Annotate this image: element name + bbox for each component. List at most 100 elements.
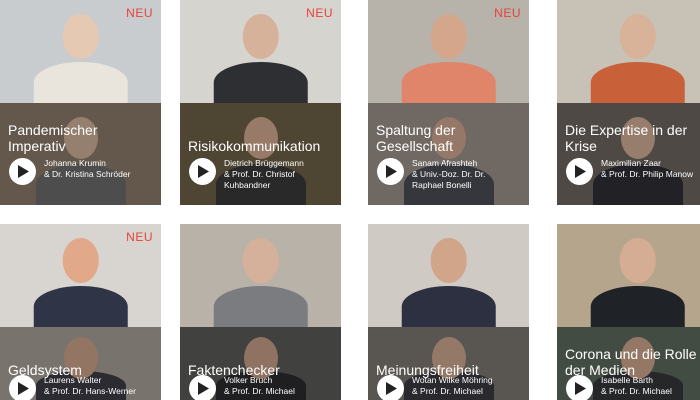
top-video-frame — [180, 224, 341, 327]
participant-head — [242, 238, 279, 283]
video-card[interactable]: Die Expertise in der Krise Maximilian Zaar… — [557, 0, 700, 205]
participant-head — [430, 238, 467, 283]
participant-name: Isabelle Barth — [601, 375, 653, 385]
video-grid: NEU Pandemischer Imperativ Johanna Krumin & … — [0, 0, 700, 400]
participant-name: & Prof. Dr. Michael — [412, 386, 483, 396]
participant-names: Wotan Wilke Möhring & Prof. Dr. Michael — [412, 375, 525, 397]
participant-body — [401, 61, 496, 103]
bottom-video-frame: Meinungsfreiheit Wotan Wilke Möhring & Pro… — [368, 327, 529, 400]
participant-body — [213, 285, 308, 327]
participant-video — [33, 0, 128, 103]
bottom-video-frame: Corona und die Rolle der Medien Isabelle B… — [557, 327, 700, 400]
participant-names: Isabelle Barth & Prof. Dr. Michael — [601, 375, 700, 397]
participant-name: & Dr. Kristina Schröder — [44, 169, 131, 179]
play-button[interactable] — [377, 375, 404, 400]
participant-name: & Univ.-Doz. Dr. Dr. — [412, 169, 486, 179]
participant-names: Johanna Krumin & Dr. Kristina Schröder — [44, 158, 157, 180]
play-button[interactable] — [189, 158, 216, 185]
play-button[interactable] — [377, 158, 404, 185]
participant-name: Volker Bruch — [224, 375, 273, 385]
dark-overlay — [557, 103, 700, 205]
participant-body — [590, 61, 685, 103]
participant-head — [62, 238, 99, 283]
video-title-line: Pandemischer — [8, 122, 98, 138]
participant-names: Maximilian Zaar & Prof. Dr. Philip Manow — [601, 158, 700, 180]
bottom-video-frame: Risikokommunikation Dietrich Brüggemann & … — [180, 103, 341, 205]
top-video-frame — [557, 0, 700, 103]
video-title-line: Imperativ — [8, 138, 66, 154]
participant-name: Raphael Bonelli — [412, 180, 472, 190]
participant-body — [33, 61, 128, 103]
participant-body — [213, 61, 308, 103]
video-card[interactable]: Faktenchecker Volker Bruch & Prof. Dr. Mic… — [180, 224, 341, 400]
participant-name: Sanam Afrashteh — [412, 158, 478, 168]
participant-video — [33, 224, 128, 327]
play-button[interactable] — [189, 375, 216, 400]
video-title: Die Expertise in der Krise — [565, 122, 700, 154]
bottom-video-frame: Pandemischer Imperativ Johanna Krumin & Dr.… — [0, 103, 161, 205]
participant-name: & Prof. Dr. Michael — [224, 386, 295, 396]
top-video-frame: NEU — [368, 0, 529, 103]
video-card[interactable]: Meinungsfreiheit Wotan Wilke Möhring & Pro… — [368, 224, 529, 400]
new-badge: NEU — [494, 6, 521, 20]
participant-name: Laurens Walter — [44, 375, 102, 385]
video-title-line: Krise — [565, 138, 597, 154]
participant-name: & Prof. Dr. Hans-Werner — [44, 386, 136, 396]
top-video-frame — [368, 224, 529, 327]
participant-name: Johanna Krumin — [44, 158, 106, 168]
video-card[interactable]: NEU Spaltung der Gesellschaft Sanam Afrasht… — [368, 0, 529, 205]
new-badge: NEU — [126, 6, 153, 20]
video-title: Pandemischer Imperativ — [8, 122, 155, 154]
bottom-video-frame: Spaltung der Gesellschaft Sanam Afrashteh &… — [368, 103, 529, 205]
play-button[interactable] — [566, 158, 593, 185]
video-card[interactable]: NEU Risikokommunikation Dietrich Brüggeman… — [180, 0, 341, 205]
bottom-video-frame: Geldsystem Laurens Walter & Prof. Dr. Hans… — [0, 327, 161, 400]
participant-head — [619, 14, 656, 59]
video-title-line: Gesellschaft — [376, 138, 454, 154]
play-icon — [575, 382, 586, 395]
participant-name: Wotan Wilke Möhring — [412, 375, 493, 385]
participant-body — [401, 285, 496, 327]
participant-video — [590, 224, 685, 327]
top-video-frame: NEU — [0, 0, 161, 103]
top-video-frame: NEU — [0, 224, 161, 327]
participant-name: Kuhbandner — [224, 180, 271, 190]
participant-body — [590, 285, 685, 327]
participant-name: Dietrich Brüggemann — [224, 158, 304, 168]
play-icon — [18, 382, 29, 395]
new-badge: NEU — [306, 6, 333, 20]
participant-name: & Prof. Dr. Michael — [601, 386, 672, 396]
play-icon — [18, 165, 29, 178]
video-card[interactable]: NEU Geldsystem Laurens Walter & Prof. Dr. H… — [0, 224, 161, 400]
top-video-frame: NEU — [180, 0, 341, 103]
participant-video — [590, 0, 685, 103]
video-title: Spaltung der Gesellschaft — [376, 122, 523, 154]
video-title-line: Corona und die Rolle — [565, 346, 697, 362]
bottom-video-frame: Faktenchecker Volker Bruch & Prof. Dr. Mic… — [180, 327, 341, 400]
play-button[interactable] — [9, 375, 36, 400]
video-title: Risikokommunikation — [188, 138, 335, 154]
participant-name: & Prof. Dr. Philip Manow — [601, 169, 694, 179]
participant-video — [401, 224, 496, 327]
video-title: Corona und die Rolle der Medien — [565, 346, 700, 378]
participant-names: Sanam Afrashteh & Univ.-Doz. Dr. Dr. Rapha… — [412, 158, 525, 191]
participant-body — [33, 285, 128, 327]
participant-head — [619, 238, 656, 283]
play-button[interactable] — [9, 158, 36, 185]
play-icon — [386, 165, 397, 178]
new-badge: NEU — [126, 230, 153, 244]
participant-video — [213, 0, 308, 103]
participant-video — [213, 224, 308, 327]
play-icon — [198, 382, 209, 395]
participant-names: Dietrich Brüggemann & Prof. Dr. Christof K… — [224, 158, 337, 191]
video-card[interactable]: NEU Pandemischer Imperativ Johanna Krumin & … — [0, 0, 161, 205]
participant-video — [401, 0, 496, 103]
participant-names: Laurens Walter & Prof. Dr. Hans-Werner — [44, 375, 157, 397]
play-button[interactable] — [566, 375, 593, 400]
video-title-line: Risikokommunikation — [188, 138, 321, 154]
participant-names: Volker Bruch & Prof. Dr. Michael — [224, 375, 337, 397]
video-title-line: Spaltung der — [376, 122, 456, 138]
participant-head — [62, 14, 99, 59]
video-card[interactable]: Corona und die Rolle der Medien Isabelle B… — [557, 224, 700, 400]
play-icon — [386, 382, 397, 395]
